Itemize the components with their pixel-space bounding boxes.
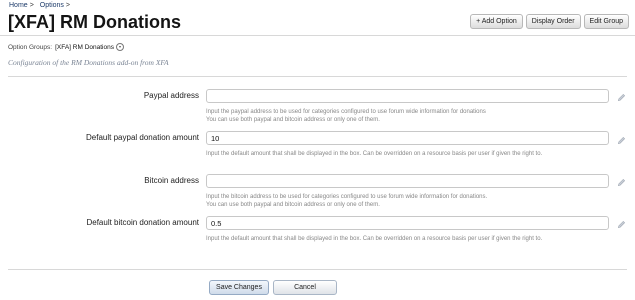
pencil-icon[interactable] [617, 220, 626, 229]
option-hint: Input the default amount that shall be d… [206, 151, 543, 157]
option-label: Default paypal donation amount [86, 133, 199, 142]
option-groups-selector[interactable]: Option Groups: [XFA] RM Donations [8, 43, 124, 51]
default-paypal-amount-input[interactable] [206, 131, 609, 145]
chevron-down-icon[interactable] [115, 43, 124, 51]
option-groups-value[interactable]: [XFA] RM Donations [55, 44, 114, 51]
group-description: Configuration of the RM Donations add-on… [8, 58, 169, 67]
option-groups-label: Option Groups: [8, 43, 53, 51]
option-label: Default bitcoin donation amount [86, 218, 199, 227]
breadcrumb-separator: > [29, 2, 34, 9]
default-bitcoin-amount-input[interactable] [206, 216, 609, 230]
divider [0, 35, 635, 36]
option-hint: Input the default amount that shall be d… [206, 236, 543, 242]
option-hint: Input the bitcoin address to be used for… [206, 194, 488, 208]
header-actions: + Add Option Display Order Edit Group [470, 14, 629, 29]
save-changes-button[interactable]: Save Changes [209, 280, 269, 295]
paypal-address-input[interactable] [206, 89, 609, 103]
pencil-icon[interactable] [617, 178, 626, 187]
divider [8, 269, 627, 270]
breadcrumb-options[interactable]: Options [40, 2, 64, 9]
display-order-button[interactable]: Display Order [525, 14, 581, 29]
option-label: Paypal address [143, 91, 199, 100]
breadcrumb-separator: > [65, 2, 70, 9]
bitcoin-address-input[interactable] [206, 174, 609, 188]
form-actions: Save Changes Cancel [209, 280, 337, 295]
cancel-button[interactable]: Cancel [273, 280, 337, 295]
option-label: Bitcoin address [144, 176, 199, 185]
edit-group-button[interactable]: Edit Group [583, 14, 629, 29]
breadcrumb: Home > Options > [9, 2, 76, 9]
pencil-icon[interactable] [617, 93, 626, 102]
breadcrumb-home[interactable]: Home [9, 2, 28, 9]
add-option-button[interactable]: + Add Option [470, 14, 523, 29]
pencil-icon[interactable] [617, 136, 626, 145]
option-hint: Input the paypal address to be used for … [206, 109, 486, 123]
divider [8, 76, 627, 77]
page-title: [XFA] RM Donations [8, 12, 181, 32]
